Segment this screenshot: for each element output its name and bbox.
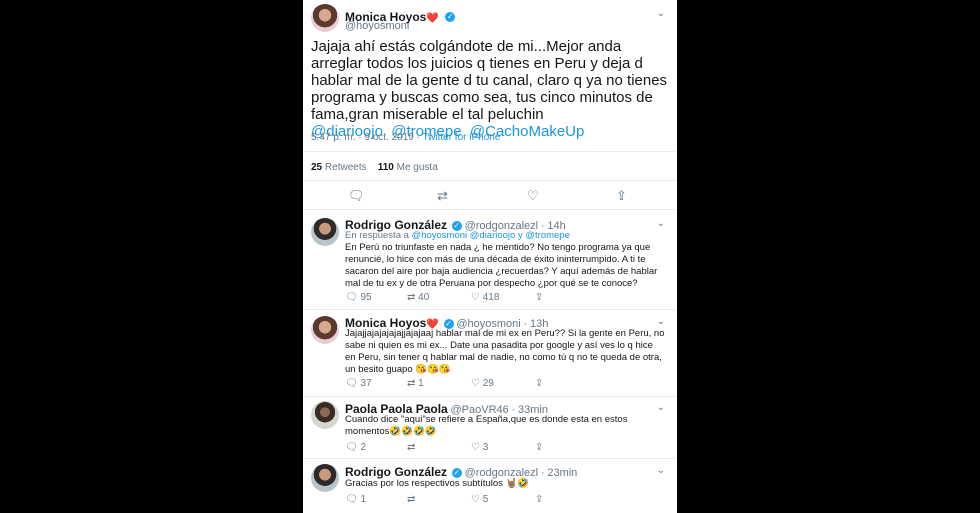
reply-text: Cuando dice "aqui"se refiere a España,qu… (345, 414, 628, 437)
reply-icon[interactable]: 🗨 1 (345, 494, 366, 505)
reply-to-prefix: En respuesta a (345, 230, 409, 241)
reply-to-mentions[interactable]: @hoyosmoni @diarioojo y @tromepe (412, 230, 570, 241)
like-count: 418 (482, 292, 500, 303)
chevron-down-icon[interactable]: ⌄ (657, 316, 665, 327)
reply-tweet[interactable]: Rodrigo González ✓ @rodgonzalezl · 14h ⌄… (303, 210, 677, 310)
chevron-down-icon[interactable]: ⌄ (657, 465, 665, 476)
heart-emoji: ❤️ (426, 13, 439, 24)
retweet-icon[interactable]: ⇄ (407, 442, 415, 453)
tweet-time[interactable]: 5:47 p. m. · 9 oct. 2019 (311, 132, 414, 143)
reply-count: 95 (360, 292, 372, 303)
divider (303, 151, 677, 152)
verified-badge-icon: ✓ (445, 11, 456, 22)
chevron-down-icon[interactable]: ⌄ (657, 218, 665, 229)
avatar[interactable] (311, 464, 339, 492)
retweet-icon[interactable]: ⇄ (407, 494, 415, 505)
divider (303, 180, 677, 181)
tweet-stats: 25 Retweets 110 Me gusta (311, 162, 438, 173)
tweet-body: Jajaja ahí estás colgándote de mi...Mejo… (311, 38, 668, 123)
reply-text: Gracias por los respectivos subtítulos 🤘… (345, 478, 530, 489)
heart-icon[interactable]: ♡ 418 (471, 292, 499, 303)
avatar[interactable] (311, 218, 339, 246)
share-icon[interactable]: ⇪ (535, 378, 543, 389)
retweet-count: 1 (418, 378, 424, 389)
reply-text: En Perú no triunfaste en nada ¿ he menti… (345, 242, 658, 289)
share-icon[interactable]: ⇪ (535, 494, 543, 505)
reply-count: 37 (360, 378, 372, 389)
reply-text: Jajajjajajajajajjajajaaj hablar mal de m… (345, 328, 665, 375)
avatar[interactable] (311, 316, 339, 344)
tweet-text: Jajaja ahí estás colgándote de mi...Mejo… (311, 38, 673, 140)
reply-count: 1 (360, 494, 367, 505)
tweet-panel: Monica Hoyos❤️ ✓ @hoyosmoni ⌄ Jajaja ahí… (303, 0, 677, 513)
reply-tweet[interactable]: Paola Paola Paola @PaoVR46 · 33min ⌄ Cua… (303, 397, 677, 459)
tweet-meta: 5:47 p. m. · 9 oct. 2019 · Twitter for i… (311, 132, 501, 143)
tweet-source[interactable]: Twitter for iPhone (423, 132, 501, 143)
verified-badge-icon: ✓ (451, 468, 462, 479)
reply-icon[interactable]: 🗨 2 (345, 442, 366, 453)
retweet-icon[interactable]: ⇄ 40 (407, 292, 429, 303)
reply-count: 2 (360, 442, 367, 453)
like-count[interactable]: 110 (378, 162, 394, 173)
reply-icon[interactable]: 🗨 95 (345, 292, 372, 303)
retweet-count: 40 (418, 292, 430, 303)
share-icon[interactable]: ⇪ (535, 292, 543, 303)
heart-icon[interactable]: ♡ (527, 188, 539, 204)
reply-icon[interactable]: 🗨 (348, 188, 365, 204)
heart-icon[interactable]: ♡ 3 (471, 442, 488, 453)
retweet-label[interactable]: Retweets (325, 162, 367, 173)
retweet-count[interactable]: 25 (311, 162, 322, 173)
chevron-down-icon[interactable]: ⌄ (657, 8, 665, 19)
heart-icon[interactable]: ♡ 29 (471, 378, 494, 389)
share-icon[interactable]: ⇪ (535, 442, 543, 453)
heart-icon[interactable]: ♡ 5 (471, 494, 488, 505)
retweet-icon[interactable]: ⇄ (437, 188, 448, 204)
retweet-icon[interactable]: ⇄ 1 (407, 378, 424, 389)
reply-icon[interactable]: 🗨 37 (345, 378, 372, 389)
like-count: 5 (482, 494, 489, 505)
like-label[interactable]: Me gusta (397, 162, 438, 173)
like-count: 29 (482, 378, 494, 389)
like-count: 3 (482, 442, 489, 453)
reply-tweet[interactable]: Monica Hoyos❤️ ✓ @hoyosmoni · 13h ⌄ Jaja… (303, 310, 677, 400)
author-handle[interactable]: @hoyosmoni (345, 20, 409, 32)
avatar[interactable] (311, 4, 339, 32)
avatar[interactable] (311, 401, 339, 429)
author-name[interactable]: Rodrigo González (345, 465, 447, 479)
share-icon[interactable]: ⇪ (616, 188, 627, 204)
chevron-down-icon[interactable]: ⌄ (657, 402, 665, 413)
reply-tweet[interactable]: Rodrigo González ✓ @rodgonzalezl · 23min… (303, 459, 677, 513)
